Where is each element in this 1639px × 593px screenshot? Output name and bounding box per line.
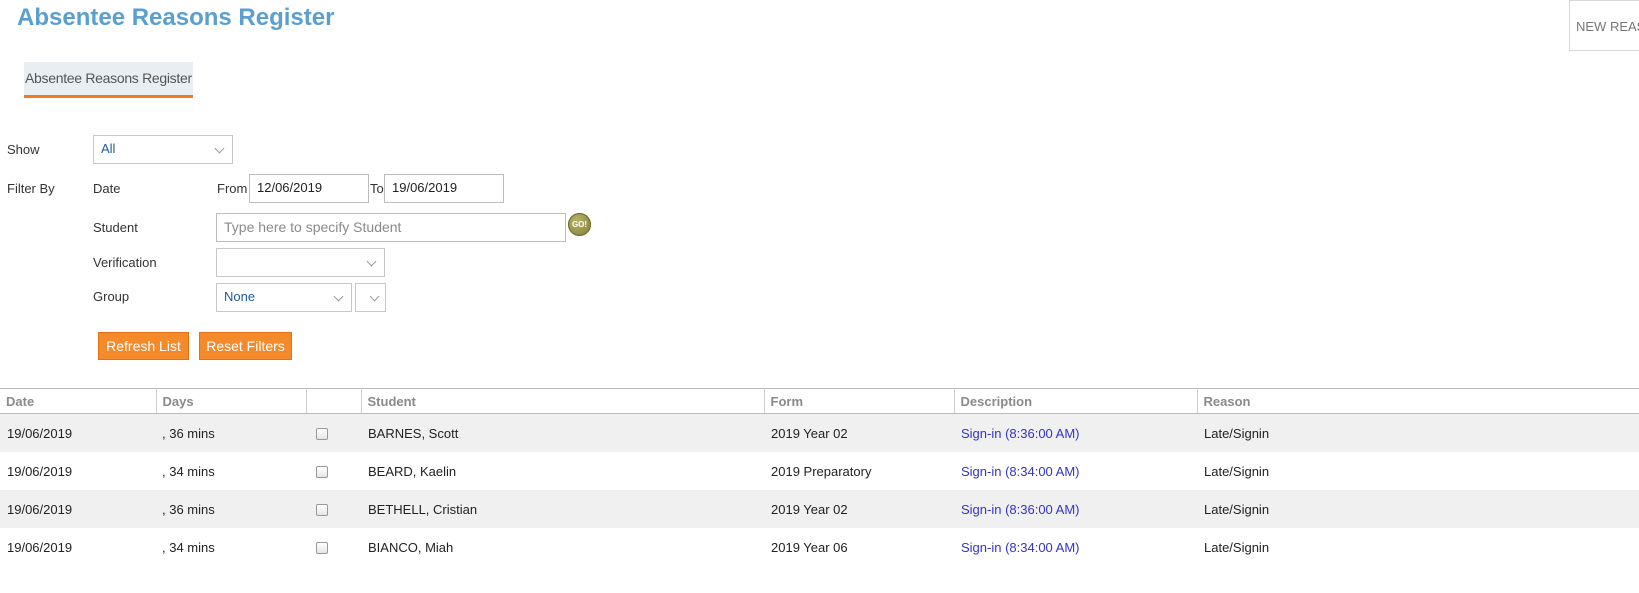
column-header-date[interactable]: Date <box>0 388 157 414</box>
table-row: 19/06/2019 , 36 mins BETHELL, Cristian 2… <box>0 490 1639 528</box>
cell-student: BIANCO, Miah <box>368 539 454 555</box>
column-header-days[interactable]: Days <box>156 388 307 414</box>
cell-form: 2019 Year 06 <box>771 539 848 555</box>
column-header-form[interactable]: Form <box>764 388 955 414</box>
cell-student: BARNES, Scott <box>361 413 764 452</box>
description-link[interactable]: Sign-in (8:36:00 AM) <box>961 426 1080 441</box>
to-date-input[interactable]: 19/06/2019 <box>384 174 504 203</box>
column-header-student[interactable]: Student <box>361 388 765 414</box>
cell-reason: Late/Signin <box>1204 539 1270 555</box>
row-checkbox[interactable] <box>316 428 328 441</box>
cell-description: Sign-in (8:36:00 AM) <box>954 413 1197 452</box>
from-date-input[interactable]: 12/06/2019 <box>249 174 369 203</box>
to-label: To <box>370 181 384 196</box>
cell-description: Sign-in (8:34:00 AM) <box>954 528 1197 566</box>
cell-days: , 34 mins <box>162 463 215 479</box>
chevron-down-icon <box>333 291 344 302</box>
show-select-value: All <box>101 141 116 156</box>
cell-date: 19/06/2019 <box>0 490 156 528</box>
cell-date: 19/06/2019 <box>0 413 156 452</box>
column-header-description[interactable]: Description <box>954 388 1198 414</box>
cell-reason: Late/Signin <box>1197 490 1639 528</box>
cell-form: 2019 Year 02 <box>764 413 954 452</box>
cell-days: , 36 mins <box>156 413 306 452</box>
chevron-down-icon <box>369 291 380 302</box>
table-row: 19/06/2019 , 34 mins BIANCO, Miah 2019 Y… <box>0 528 1639 566</box>
student-label: Student <box>93 220 138 235</box>
table-header-row: Date Days Student Form Description Reaso… <box>0 388 1639 414</box>
cell-select <box>306 413 361 452</box>
verification-label: Verification <box>93 255 157 270</box>
cell-description: Sign-in (8:36:00 AM) <box>954 490 1197 528</box>
from-label: From <box>217 181 248 196</box>
show-select[interactable]: All <box>93 135 233 164</box>
chevron-down-icon <box>366 256 377 267</box>
group-select[interactable]: None <box>216 283 352 312</box>
column-header-select <box>306 388 362 414</box>
table-row: 19/06/2019 , 36 mins BARNES, Scott 2019 … <box>0 413 1639 452</box>
refresh-list-button[interactable]: Refresh List <box>98 332 189 360</box>
student-search-input[interactable]: Type here to specify Student <box>216 213 566 242</box>
cell-days: , 36 mins <box>156 490 306 528</box>
cell-description: Sign-in (8:34:00 AM) <box>954 452 1197 490</box>
cell-date: 19/06/2019 <box>7 539 73 555</box>
cell-student: BEARD, Kaelin <box>368 463 457 479</box>
cell-select <box>306 528 361 566</box>
column-header-reason[interactable]: Reason <box>1197 388 1639 414</box>
show-label: Show <box>7 142 40 157</box>
verification-select[interactable] <box>216 248 385 277</box>
date-label: Date <box>93 181 121 196</box>
row-checkbox[interactable] <box>316 542 328 555</box>
go-button[interactable]: GO! <box>568 213 591 236</box>
table-row: 19/06/2019 , 34 mins BEARD, Kaelin 2019 … <box>0 452 1639 490</box>
cell-select <box>306 490 361 528</box>
cell-days: , 34 mins <box>162 539 215 555</box>
absentee-table: Date Days Student Form Description Reaso… <box>0 388 1639 566</box>
description-link[interactable]: Sign-in (8:34:00 AM) <box>961 464 1080 479</box>
cell-form: 2019 Preparatory <box>771 463 872 479</box>
reset-filters-button[interactable]: Reset Filters <box>199 332 292 360</box>
group-select-value: None <box>224 289 256 304</box>
cell-select <box>306 452 361 490</box>
page-title: Absentee Reasons Register <box>17 4 335 31</box>
cell-reason: Late/Signin <box>1197 413 1639 452</box>
cell-date: 19/06/2019 <box>7 463 73 479</box>
cell-reason: Late/Signin <box>1204 463 1270 479</box>
row-checkbox[interactable] <box>316 504 328 517</box>
row-checkbox[interactable] <box>316 466 328 479</box>
chevron-down-icon <box>214 143 225 154</box>
description-link[interactable]: Sign-in (8:34:00 AM) <box>961 540 1080 555</box>
group-sub-select[interactable] <box>355 283 386 312</box>
cell-student: BETHELL, Cristian <box>361 490 764 528</box>
group-label: Group <box>93 289 130 304</box>
tab-absentee-reasons-register[interactable]: Absentee Reasons Register <box>24 62 193 98</box>
filter-by-label: Filter By <box>7 181 55 196</box>
description-link[interactable]: Sign-in (8:36:00 AM) <box>961 502 1080 517</box>
cell-form: 2019 Year 02 <box>764 490 954 528</box>
new-reason-button[interactable]: NEW REAS <box>1569 0 1639 51</box>
